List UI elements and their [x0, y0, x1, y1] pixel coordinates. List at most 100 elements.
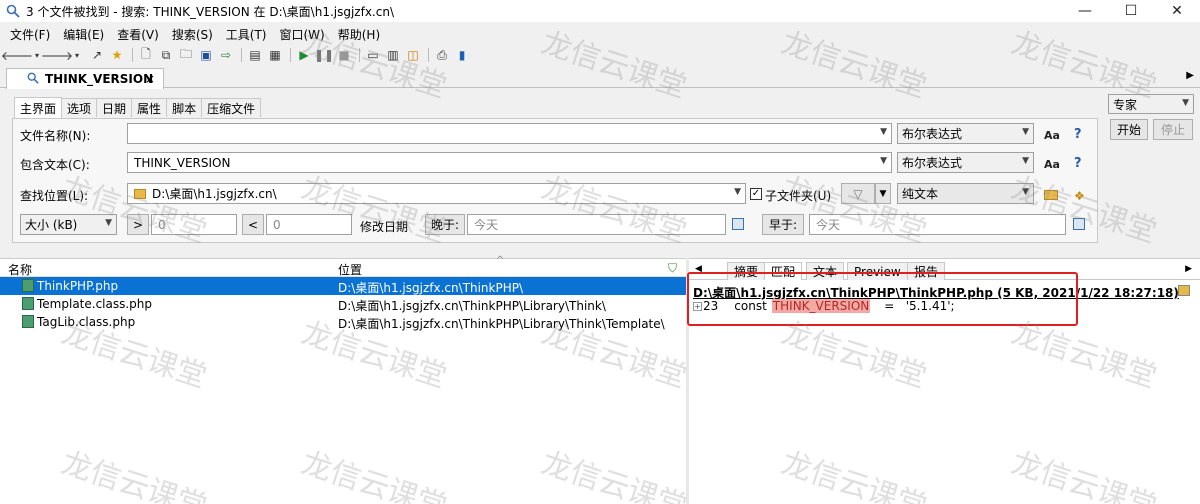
open-icon[interactable]: 🗀: [177, 47, 195, 63]
toolbar-separator: [290, 48, 291, 62]
favorite-star-icon[interactable]: ★: [108, 47, 126, 63]
location-input[interactable]: D:\桌面\h1.jsgjzfx.cn\ ▼: [127, 183, 746, 204]
before-button[interactable]: 早于:: [762, 214, 804, 235]
column-location-header[interactable]: 位置: [338, 261, 362, 278]
containing-text-input[interactable]: THINK_VERSION ▼: [127, 152, 892, 173]
start-button[interactable]: 开始: [1110, 119, 1148, 140]
after-date-input[interactable]: 今天: [467, 214, 726, 235]
chevron-down-icon[interactable]: ▼: [1182, 98, 1189, 108]
window-icon[interactable]: ▭: [364, 47, 382, 63]
maximize-button[interactable]: ☐: [1108, 0, 1154, 22]
list-icon[interactable]: ▦: [266, 47, 284, 63]
save-icon[interactable]: ▣: [197, 47, 215, 63]
size-min-input[interactable]: 0: [151, 214, 237, 235]
plain-text-select[interactable]: 纯文本 ▼: [897, 183, 1034, 204]
help-icon[interactable]: ?: [1074, 156, 1082, 171]
location-label: 查找位置(L):: [20, 189, 89, 203]
menu-search[interactable]: 搜索(S): [172, 26, 213, 43]
filename-label: 文件名称(N):: [20, 129, 91, 143]
sort-indicator-icon: ^: [496, 255, 505, 266]
chevron-down-icon[interactable]: ▼: [880, 156, 887, 166]
containing-text-label: 包含文本(C):: [20, 158, 90, 172]
tab-attributes[interactable]: 属性: [131, 98, 168, 117]
table-row[interactable]: TagLib.class.php D:\桌面\h1.jsgjzfx.cn\Thi…: [0, 313, 686, 331]
menu-view[interactable]: 查看(V): [117, 26, 159, 43]
php-file-icon: [22, 315, 34, 328]
after-button[interactable]: 晚于:: [425, 214, 465, 235]
stop-button[interactable]: 停止: [1153, 119, 1193, 140]
pause-icon[interactable]: ❚❚: [314, 47, 334, 63]
back-icon[interactable]: 🡐: [1, 47, 33, 63]
menu-file[interactable]: 文件(F): [10, 26, 50, 43]
close-button[interactable]: ✕: [1154, 0, 1200, 22]
search-tab[interactable]: THINK_VERSION ×: [6, 68, 164, 89]
text-mode-select[interactable]: 布尔表达式 ▼: [897, 152, 1034, 173]
chevron-down-icon[interactable]: ▼: [880, 127, 887, 137]
stop-icon[interactable]: ■: [335, 47, 353, 63]
menu-window[interactable]: 窗口(W): [280, 26, 325, 43]
calendar-icon[interactable]: [1073, 218, 1085, 230]
chevron-right-icon[interactable]: ▶: [1185, 264, 1192, 274]
php-file-icon: [22, 279, 34, 292]
folder-open-icon[interactable]: [1044, 190, 1058, 200]
table-row[interactable]: Template.class.php D:\桌面\h1.jsgjzfx.cn\T…: [0, 295, 686, 313]
greater-than-button[interactable]: >: [127, 214, 149, 235]
forward-icon[interactable]: 🡒: [41, 47, 73, 63]
size-max-input[interactable]: 0: [266, 214, 352, 235]
chevron-down-icon[interactable]: ▼: [1022, 127, 1029, 137]
calculator-icon[interactable]: ▤: [246, 47, 264, 63]
match-case-icon[interactable]: Aa: [1044, 129, 1060, 142]
close-tab-icon[interactable]: ×: [145, 72, 155, 86]
mode-select[interactable]: 专家 ▼: [1108, 94, 1194, 114]
match-case-icon[interactable]: Aa: [1044, 158, 1060, 171]
table-row[interactable]: ThinkPHP.php D:\桌面\h1.jsgjzfx.cn\ThinkPH…: [0, 277, 686, 295]
copy-icon[interactable]: ⧉: [157, 47, 175, 63]
export-icon[interactable]: ⇨: [217, 47, 235, 63]
filter-dropdown-button[interactable]: ▼: [875, 183, 891, 204]
menu-tools[interactable]: 工具(T): [226, 26, 267, 43]
toolbar-separator: [359, 48, 360, 62]
highlight-annotation-box: [687, 272, 1078, 326]
filter-button[interactable]: ▽: [841, 183, 875, 204]
less-than-button[interactable]: <: [242, 214, 264, 235]
tag-icon[interactable]: ◫: [404, 47, 422, 63]
results-header: 名称 位置 ^ ⛉: [0, 255, 686, 278]
menu-bar: 文件(F) 编辑(E) 查看(V) 搜索(S) 工具(T) 窗口(W) 帮助(H…: [0, 24, 1200, 44]
dropdown-icon[interactable]: ▾: [68, 47, 86, 63]
minimize-button[interactable]: —: [1062, 0, 1108, 22]
chevron-right-icon[interactable]: ▶: [1186, 70, 1194, 81]
column-name-header[interactable]: 名称: [8, 261, 32, 278]
help-icon[interactable]: ?: [1074, 127, 1082, 142]
subfolders-checkbox[interactable]: ✓: [750, 188, 762, 200]
up-icon[interactable]: ↗: [88, 47, 106, 63]
chevron-down-icon[interactable]: ▼: [1022, 187, 1029, 197]
image-icon[interactable]: [1178, 285, 1190, 296]
tab-date[interactable]: 日期: [96, 98, 133, 117]
settings-icon[interactable]: ❖: [1074, 189, 1085, 203]
toolbar-separator: [428, 48, 429, 62]
tab-archives[interactable]: 压缩文件: [201, 98, 262, 117]
search-tab-label: THINK_VERSION: [45, 72, 154, 86]
before-date-input[interactable]: 今天: [809, 214, 1066, 235]
tab-script[interactable]: 脚本: [166, 98, 203, 117]
php-file-icon: [22, 297, 34, 310]
menu-help[interactable]: 帮助(H): [338, 26, 380, 43]
filter-icon[interactable]: ⛉: [668, 261, 677, 276]
filename-mode-select[interactable]: 布尔表达式 ▼: [897, 123, 1034, 144]
chevron-down-icon[interactable]: ▼: [1022, 156, 1029, 166]
filename-input[interactable]: ▼: [127, 123, 892, 144]
criteria-tabs: 主界面 选项 日期 属性 脚本 压缩文件: [14, 97, 262, 118]
play-icon[interactable]: ▶: [295, 47, 313, 63]
tab-options[interactable]: 选项: [61, 98, 98, 117]
menu-edit[interactable]: 编辑(E): [63, 26, 104, 43]
calendar-icon[interactable]: [732, 218, 744, 230]
size-select[interactable]: 大小 (kB) ▼: [20, 214, 117, 235]
printer-icon[interactable]: ⎙: [433, 47, 451, 63]
book-icon[interactable]: ▮: [453, 47, 471, 63]
chevron-down-icon[interactable]: ▼: [105, 218, 112, 228]
tab-main[interactable]: 主界面: [14, 97, 63, 118]
chevron-down-icon[interactable]: ▼: [734, 187, 741, 197]
new-document-icon[interactable]: 🗋: [137, 47, 155, 63]
grid-icon[interactable]: ▥: [384, 47, 402, 63]
folder-icon: [134, 188, 146, 199]
